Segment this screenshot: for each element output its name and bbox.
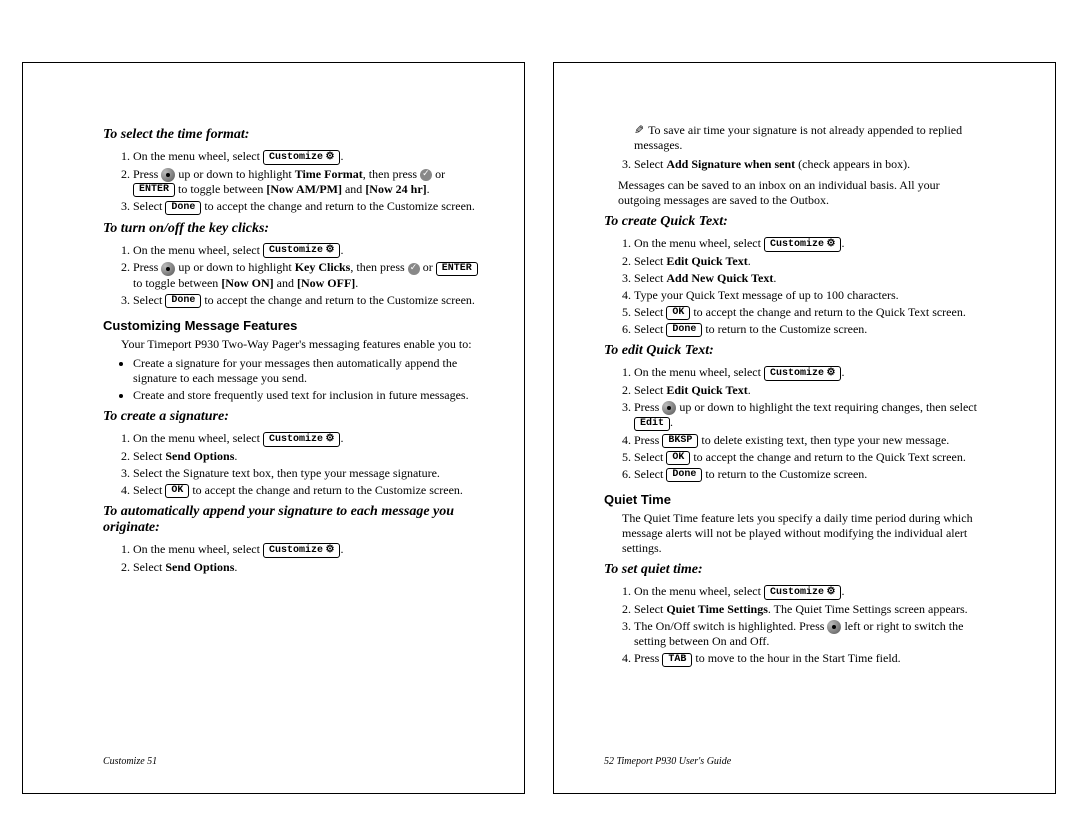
heading-auto-append: To automatically append your signature t…: [103, 504, 483, 536]
ok-button-icon: OK: [165, 484, 189, 498]
list-item: Select Done to return to the Customize s…: [634, 322, 985, 337]
nav-icon: [827, 620, 841, 634]
list-item: On the menu wheel, select Customize.: [133, 542, 483, 558]
page-footer: 52 Timeport P930 User's Guide: [604, 756, 731, 767]
done-button-icon: Done: [666, 323, 702, 337]
list-item: Select Add Signature when sent (check ap…: [634, 157, 985, 172]
list-item: Select Send Options.: [133, 449, 483, 464]
customize-button-icon: Customize: [263, 243, 340, 258]
list-item: Press up or down to highlight Time Forma…: [133, 167, 483, 198]
list-item: Press TAB to move to the hour in the Sta…: [634, 651, 985, 666]
list-continued: Select Add Signature when sent (check ap…: [634, 157, 985, 172]
list-item: On the menu wheel, select Customize.: [133, 243, 483, 259]
customize-button-icon: Customize: [764, 366, 841, 381]
bksp-button-icon: BKSP: [662, 434, 698, 448]
intro-text: Your Timeport P930 Two-Way Pager's messa…: [121, 337, 483, 352]
nav-icon: [161, 168, 175, 182]
list-edit-quicktext: On the menu wheel, select Customize. Sel…: [634, 365, 985, 482]
list-item: Press BKSP to delete existing text, then…: [634, 433, 985, 448]
list-item: Select OK to accept the change and retur…: [634, 450, 985, 465]
list-item: Select OK to accept the change and retur…: [634, 305, 985, 320]
enter-button-icon: ENTER: [133, 183, 175, 197]
list-auto-append: On the menu wheel, select Customize. Sel…: [133, 542, 483, 575]
list-set-quiet-time: On the menu wheel, select Customize. Sel…: [634, 584, 985, 666]
done-button-icon: Done: [165, 294, 201, 308]
list-item: On the menu wheel, select Customize.: [634, 584, 985, 600]
list-item: Select Send Options.: [133, 560, 483, 575]
list-item: Select Add New Quick Text.: [634, 271, 985, 286]
heading-time-format: To select the time format:: [103, 127, 483, 143]
ok-button-icon: OK: [666, 306, 690, 320]
enter-button-icon: ENTER: [436, 262, 478, 276]
heading-key-clicks: To turn on/off the key clicks:: [103, 221, 483, 237]
customize-button-icon: Customize: [764, 585, 841, 600]
list-item: The On/Off switch is highlighted. Press …: [634, 619, 985, 649]
list-item: Type your Quick Text message of up to 10…: [634, 288, 985, 303]
list-item: Select Done to accept the change and ret…: [133, 293, 483, 308]
heading-set-quiet-time: To set quiet time:: [604, 562, 985, 578]
list-item: Select Edit Quick Text.: [634, 254, 985, 269]
list-create-quicktext: On the menu wheel, select Customize. Sel…: [634, 236, 985, 337]
edit-button-icon: Edit: [634, 417, 670, 431]
body-text: Messages can be saved to an inbox on an …: [618, 178, 985, 208]
list-key-clicks: On the menu wheel, select Customize. Pre…: [133, 243, 483, 308]
page-right: To save air time your signature is not a…: [553, 62, 1056, 794]
list-item: Create and store frequently used text fo…: [133, 388, 483, 403]
check-icon: [420, 169, 432, 181]
list-item: Select the Signature text box, then type…: [133, 466, 483, 481]
page-footer: Customize 51: [103, 756, 157, 767]
list-item: On the menu wheel, select Customize.: [133, 149, 483, 165]
nav-icon: [662, 401, 676, 415]
list-item: On the menu wheel, select Customize.: [133, 431, 483, 447]
heading-customizing-messages: Customizing Message Features: [103, 318, 483, 333]
done-button-icon: Done: [666, 468, 702, 482]
list-item: Select Done to return to the Customize s…: [634, 467, 985, 482]
tip-text: To save air time your signature is not a…: [634, 123, 985, 153]
list-create-signature: On the menu wheel, select Customize. Sel…: [133, 431, 483, 498]
done-button-icon: Done: [165, 201, 201, 215]
customize-button-icon: Customize: [263, 543, 340, 558]
list-item: Create a signature for your messages the…: [133, 356, 483, 386]
heading-edit-quicktext: To edit Quick Text:: [604, 343, 985, 359]
heading-create-quicktext: To create Quick Text:: [604, 214, 985, 230]
list-item: On the menu wheel, select Customize.: [634, 236, 985, 252]
check-icon: [408, 263, 420, 275]
list-item: On the menu wheel, select Customize.: [634, 365, 985, 381]
list-item: Select Quiet Time Settings. The Quiet Ti…: [634, 602, 985, 617]
list-item: Select OK to accept the change and retur…: [133, 483, 483, 498]
list-time-format: On the menu wheel, select Customize. Pre…: [133, 149, 483, 215]
list-item: Press up or down to highlight Key Clicks…: [133, 260, 483, 290]
list-item: Select Edit Quick Text.: [634, 383, 985, 398]
customize-button-icon: Customize: [263, 150, 340, 165]
nav-icon: [161, 262, 175, 276]
bullet-list: Create a signature for your messages the…: [133, 356, 483, 403]
page-left: To select the time format: On the menu w…: [22, 62, 525, 794]
list-item: Press up or down to highlight the text r…: [634, 400, 985, 431]
heading-create-signature: To create a signature:: [103, 409, 483, 425]
customize-button-icon: Customize: [263, 432, 340, 447]
list-item: Select Done to accept the change and ret…: [133, 199, 483, 214]
body-text: The Quiet Time feature lets you specify …: [622, 511, 985, 556]
heading-quiet-time: Quiet Time: [604, 492, 985, 507]
customize-button-icon: Customize: [764, 237, 841, 252]
tab-button-icon: TAB: [662, 653, 692, 667]
ok-button-icon: OK: [666, 451, 690, 465]
